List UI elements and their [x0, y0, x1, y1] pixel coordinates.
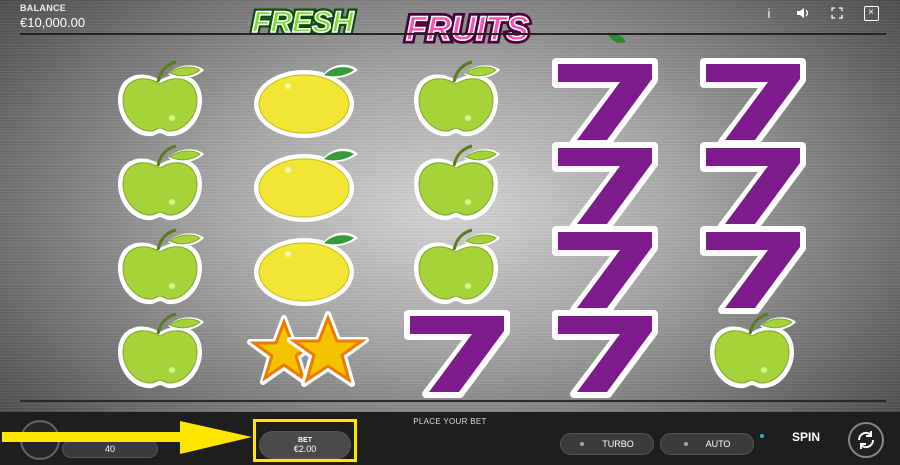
symbol-apple [100, 58, 220, 142]
auto-label: AUTO [705, 439, 731, 449]
symbol-seven [544, 226, 664, 314]
symbol-seven [396, 310, 516, 398]
symbol-apple [100, 142, 220, 226]
symbol-seven [544, 310, 664, 398]
fullscreen-icon[interactable] [820, 3, 854, 23]
spin-label[interactable]: SPIN [792, 430, 820, 444]
spin-button[interactable] [848, 422, 884, 458]
symbol-seven [544, 142, 664, 230]
top-bar: BALANCE €10,000.00 FRESH FRESH FRUITS FR… [0, 0, 900, 46]
symbol-lemon [248, 58, 368, 142]
balance-value: €10,000.00 [20, 15, 86, 30]
reel-grid [100, 58, 820, 398]
spin-icon [857, 431, 875, 449]
bottom-divider [20, 400, 886, 402]
turbo-label: TURBO [602, 439, 634, 449]
balance-label: BALANCE [20, 3, 67, 13]
pointer-arrow-icon [2, 421, 252, 454]
symbol-apple [396, 58, 516, 142]
info-icon[interactable]: i [752, 3, 786, 23]
symbol-lemon [248, 142, 368, 226]
symbol-apple [396, 142, 516, 226]
symbol-seven [692, 58, 812, 146]
auto-button[interactable]: AUTO [660, 433, 754, 455]
logo-word2: FRUITS [406, 10, 529, 46]
symbol-seven [692, 142, 812, 230]
symbol-apple [692, 310, 812, 394]
top-icons: i × [752, 3, 888, 23]
symbol-apple [100, 310, 220, 394]
top-divider [20, 33, 886, 35]
close-icon[interactable]: × [854, 3, 888, 23]
bet-highlight-box [253, 419, 357, 462]
symbol-seven [692, 226, 812, 314]
symbol-apple [100, 226, 220, 310]
symbol-star [247, 310, 369, 394]
turbo-button[interactable]: TURBO [560, 433, 654, 455]
sound-icon[interactable] [786, 3, 820, 23]
logo-leaf-icon [608, 33, 626, 43]
turbo-indicator [580, 442, 585, 446]
symbol-lemon [248, 226, 368, 310]
symbol-apple [396, 226, 516, 310]
auto-indicator [683, 442, 688, 446]
game-logo: FRESH FRESH FRUITS FRUITS [249, 3, 626, 46]
spin-indicator [760, 434, 764, 438]
symbol-seven [544, 58, 664, 146]
